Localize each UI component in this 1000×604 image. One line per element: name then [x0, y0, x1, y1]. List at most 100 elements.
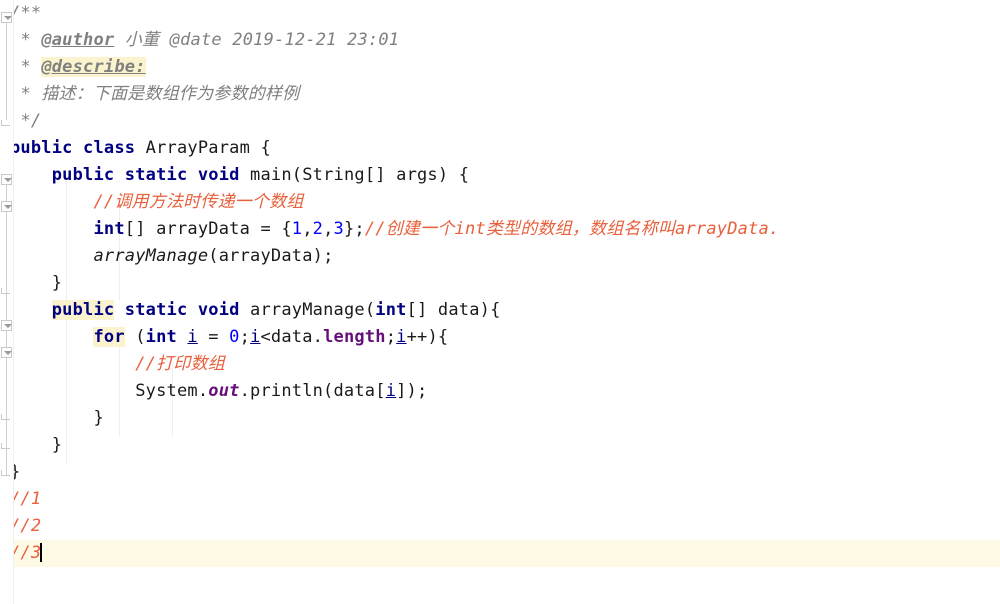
code-line-13[interactable]: for (int i = 0;i<data.length;i++){ — [0, 324, 1000, 351]
comment-output-1: //1 — [10, 489, 42, 509]
javadoc-space-1 — [31, 30, 41, 50]
fold-marker-javadoc[interactable] — [1, 12, 12, 23]
code-line-16[interactable]: } — [0, 405, 1000, 432]
comma: , — [323, 219, 334, 239]
println-tail: ]); — [396, 381, 428, 401]
code-line-8[interactable]: //调用方法时传递一个数组 — [0, 189, 1000, 216]
code-line-18[interactable]: } — [0, 459, 1000, 486]
array-brackets: [] — [124, 219, 146, 239]
main-params: (String[] args) { — [291, 165, 470, 185]
comma: , — [302, 219, 313, 239]
assign-op: = { — [250, 219, 292, 239]
fold-region-end — [1, 414, 10, 420]
keyword-int: int — [93, 219, 125, 239]
loop-var-i: i — [187, 327, 198, 347]
sp — [187, 300, 197, 320]
keyword-int: int — [375, 300, 407, 320]
code-line-17[interactable]: } — [0, 432, 1000, 459]
array-brackets: [] — [406, 300, 428, 320]
call-arraymanage: arrayManage — [93, 246, 209, 266]
close-brace-main: } — [51, 273, 63, 293]
close-brace-for: } — [93, 408, 104, 428]
code-line-1[interactable]: /** — [0, 0, 1000, 27]
fold-region-line — [6, 358, 7, 414]
fold-region-end — [1, 288, 10, 294]
keyword-void: void — [197, 300, 240, 320]
param-data: data — [427, 300, 480, 320]
code-line-11[interactable]: } — [0, 270, 1000, 297]
code-line-12[interactable]: public static void arrayManage(int[] dat… — [0, 297, 1000, 324]
code-line-3[interactable]: * @describe: — [0, 54, 1000, 81]
for-open: ( — [124, 327, 146, 347]
comment-print-array: //打印数组 — [135, 354, 225, 374]
field-out: out — [208, 381, 240, 401]
index-i: i — [385, 381, 397, 401]
comment-output-3: //3 — [10, 543, 42, 563]
javadoc-description: 描述：下面是数组作为参数的样例 — [41, 84, 300, 104]
javadoc-star-glyph: * — [20, 30, 31, 50]
fold-marker-arraymanage[interactable] — [1, 320, 12, 331]
keyword-static: static — [124, 165, 188, 185]
code-content[interactable]: /** * @author 小董 @date 2019-12-21 23:01 … — [0, 0, 1000, 604]
code-line-20[interactable]: //2 — [0, 513, 1000, 540]
code-line-19[interactable]: //1 — [0, 486, 1000, 513]
sp — [114, 300, 124, 320]
javadoc-space-6 — [31, 84, 41, 104]
fold-marker-class[interactable] — [1, 174, 12, 185]
keyword-void: void — [197, 165, 240, 185]
assign-op: = — [197, 327, 230, 347]
method-name-arraymanage: arrayManage — [250, 300, 365, 320]
code-line-2[interactable]: * @author 小董 @date 2019-12-21 23:01 — [0, 27, 1000, 54]
param-ref-data: data — [270, 327, 313, 347]
code-line-14[interactable]: //打印数组 — [0, 351, 1000, 378]
folding-gutter[interactable] — [0, 0, 14, 604]
increment: ++){ — [406, 327, 449, 347]
keyword-int: int — [145, 327, 177, 347]
paren-open: ( — [364, 300, 376, 320]
javadoc-author-name: 小董 — [124, 30, 160, 50]
gutter-separator — [13, 0, 14, 604]
fold-region-line — [6, 23, 7, 120]
semicolon: ; — [385, 327, 397, 347]
code-line-21[interactable]: //3 — [0, 540, 1000, 567]
fold-marker-main[interactable] — [1, 201, 12, 212]
keyword-public: public — [51, 165, 115, 185]
fold-region-end — [1, 120, 10, 126]
code-line-15[interactable]: System.out.println(data[i]); — [0, 378, 1000, 405]
semicolon: ; — [239, 327, 251, 347]
code-editor[interactable]: /** * @author 小董 @date 2019-12-21 23:01 … — [0, 0, 1000, 604]
code-line-9[interactable]: int[] arrayData = {1,2,3};//创建一个int类型的数组… — [0, 216, 1000, 243]
param-ref-data: data[ — [333, 381, 386, 401]
javadoc-date-value: 2019-12-21 23:01 — [232, 30, 400, 50]
javadoc-space-4 — [222, 30, 232, 50]
paren-close: ){ — [479, 300, 501, 320]
code-line-4[interactable]: * 描述：下面是数组作为参数的样例 — [0, 81, 1000, 108]
number-3: 3 — [333, 219, 344, 239]
fold-region-end — [1, 470, 10, 476]
javadoc-author-tag: @author — [41, 30, 115, 50]
keyword-public-highlighted: public — [51, 300, 115, 320]
sp — [250, 138, 260, 158]
javadoc-describe-tag: @describe: — [41, 57, 146, 77]
sp — [146, 219, 156, 239]
call-args: (arrayData); — [208, 246, 334, 266]
sp — [135, 138, 145, 158]
sp — [177, 327, 187, 347]
class-name: ArrayParam — [145, 138, 251, 158]
code-line-7[interactable]: public static void main(String[] args) { — [0, 162, 1000, 189]
code-line-6[interactable]: public class ArrayParam { — [0, 135, 1000, 162]
sp — [240, 300, 250, 320]
code-line-10[interactable]: arrayManage(arrayData); — [0, 243, 1000, 270]
code-line-5[interactable]: */ — [0, 108, 1000, 135]
javadoc-open: /** — [10, 3, 42, 23]
javadoc-space-3 — [159, 30, 169, 50]
fold-marker-for[interactable] — [1, 347, 12, 358]
